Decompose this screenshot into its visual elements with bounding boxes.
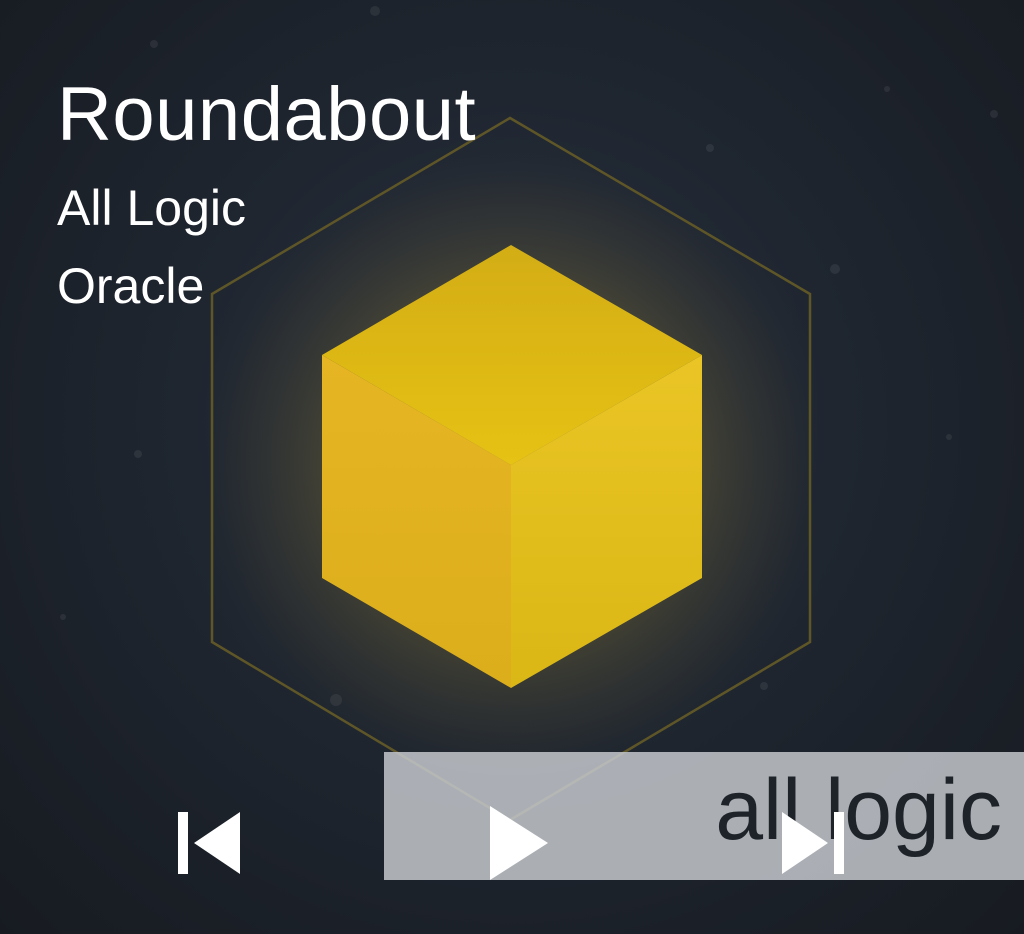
track-album: Oracle: [57, 258, 205, 314]
skip-next-icon: [782, 812, 844, 874]
next-track-button[interactable]: [776, 806, 856, 880]
skip-previous-icon: [178, 812, 240, 874]
track-title: Roundabout: [57, 72, 477, 157]
play-icon: [490, 806, 548, 880]
artwork-label-text: all logic: [715, 762, 1002, 858]
artwork-label-banner: all logic: [384, 752, 1024, 880]
track-artist: All Logic: [57, 180, 246, 236]
now-playing-screen: Roundabout All Logic Oracle all logic: [0, 0, 1024, 934]
previous-track-button[interactable]: [170, 806, 250, 880]
play-button[interactable]: [482, 800, 562, 886]
